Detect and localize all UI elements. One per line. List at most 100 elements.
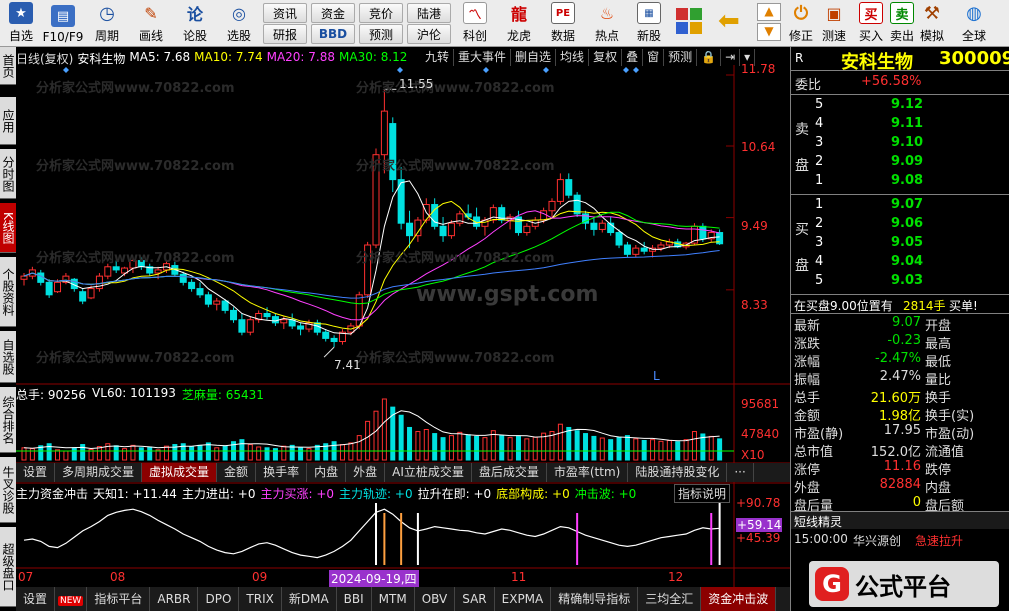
ask-row[interactable]: 5 9.12 bbox=[791, 97, 1009, 116]
hk-connect-button[interactable]: 陆港 bbox=[407, 3, 451, 23]
toolbar-global-button[interactable]: ◍ 全球 bbox=[954, 0, 994, 46]
toolbar-data-button[interactable]: PE 数据 bbox=[544, 0, 582, 46]
ask-row[interactable]: 4 9.11 bbox=[791, 116, 1009, 135]
bid-row[interactable]: 1 9.07 bbox=[791, 197, 1009, 216]
tab-bbi[interactable]: BBI bbox=[337, 587, 372, 611]
tab-expma[interactable]: EXPMA bbox=[495, 587, 552, 611]
event-marker[interactable] bbox=[623, 67, 629, 73]
toolbar-dragon-button[interactable]: 龍 龙虎 bbox=[500, 0, 538, 46]
back-arrow-icon[interactable]: ⬅ bbox=[718, 8, 740, 34]
tab-dpo[interactable]: DPO bbox=[198, 587, 240, 611]
stat-key: 流通值 bbox=[925, 445, 965, 460]
short-elf-item[interactable]: 15:00:00 华兴源创 急速拉升 bbox=[791, 530, 1009, 549]
tab-more[interactable]: ··· bbox=[727, 463, 754, 482]
tab-ranking[interactable]: 综合排名 bbox=[0, 387, 16, 453]
toolbar-sell-button[interactable]: 卖 卖出 bbox=[886, 0, 918, 46]
tab-three-ma[interactable]: 三均全汇 bbox=[638, 587, 702, 611]
event-marker[interactable] bbox=[633, 67, 639, 73]
event-marker[interactable] bbox=[397, 67, 403, 73]
total-volume-label: 总手: 90256 bbox=[16, 388, 87, 402]
stat-row: 振幅 2.47% 量比 bbox=[791, 369, 1009, 388]
news-button[interactable]: 资讯 bbox=[263, 3, 307, 23]
indicator-help-button[interactable]: 指标说明 bbox=[674, 484, 731, 503]
bid-book: 买 盘 1 9.07 2 9.06 3 9.05 4 9.04 5 9.03 bbox=[791, 194, 1009, 294]
shanghai-london-button[interactable]: 沪伦 bbox=[407, 24, 451, 44]
tab-pe-ttm[interactable]: 市盈率(ttm) bbox=[547, 463, 629, 482]
research-button[interactable]: 研报 bbox=[263, 24, 307, 44]
toolbar-new-stock-button[interactable]: ▦ 新股 bbox=[630, 0, 668, 46]
volume-bar bbox=[448, 435, 454, 461]
volume-bar bbox=[482, 437, 488, 461]
tab-arbr[interactable]: ARBR bbox=[150, 587, 199, 611]
volume-bar bbox=[80, 444, 86, 461]
tab-diagnose[interactable]: 牛叉诊股 bbox=[0, 457, 16, 523]
tab-turnover[interactable]: 换手率 bbox=[256, 463, 308, 482]
toolbar-draw-button[interactable]: ✎ 画线 bbox=[132, 0, 170, 46]
tab-settings[interactable]: 设置 bbox=[16, 463, 56, 482]
toolbar-sim-button[interactable]: ⚒ 模拟 bbox=[916, 0, 948, 46]
toolbar-pick-button[interactable]: ◎ 选股 bbox=[220, 0, 258, 46]
tab-apps[interactable]: 应用 bbox=[0, 97, 16, 145]
tab-virtual-volume[interactable]: 虚拟成交量 bbox=[142, 463, 218, 482]
volume-tick: 47840 bbox=[741, 427, 780, 441]
tab-new-dma[interactable]: 新DMA bbox=[282, 587, 337, 611]
tab-fund-shockwave[interactable]: 资金冲击波 bbox=[701, 587, 777, 611]
tab-inner[interactable]: 内盘 bbox=[307, 463, 347, 482]
page-down-icon[interactable]: ▼ bbox=[757, 23, 781, 41]
toolbar-favorites-button[interactable]: ★ 自选 bbox=[2, 0, 40, 46]
candle-body bbox=[640, 247, 648, 252]
bid-row[interactable]: 2 9.06 bbox=[791, 216, 1009, 235]
tab-obv[interactable]: OBV bbox=[415, 587, 456, 611]
indicator-info-bar: 主力资金冲击 天知1: +11.44 主力进出: +0 主力买涨: +0 主力轨… bbox=[16, 485, 636, 502]
candle-body bbox=[45, 281, 53, 296]
tab-intraday[interactable]: 分时图 bbox=[0, 149, 16, 199]
tab-hk-holdings[interactable]: 陆股通持股变化 bbox=[628, 463, 728, 482]
event-marker[interactable] bbox=[483, 67, 489, 73]
bid-row[interactable]: 5 9.03 bbox=[791, 273, 1009, 292]
tab-ai-volume[interactable]: AI立桩成交量 bbox=[385, 463, 472, 482]
volume-ma-line bbox=[23, 410, 720, 450]
toolbar-f10-button[interactable]: ▤ F10/F9 bbox=[42, 0, 84, 46]
tab-trix[interactable]: TRIX bbox=[239, 587, 282, 611]
toolbar-speed-button[interactable]: ▣ 测速 bbox=[818, 0, 850, 46]
layout-grid-icon[interactable] bbox=[676, 8, 702, 34]
bid-row[interactable]: 3 9.05 bbox=[791, 235, 1009, 254]
page-up-icon[interactable]: ▲ bbox=[757, 3, 781, 21]
order-notice[interactable]: 在买盘9.00位置有 2814手 买单! bbox=[791, 294, 1009, 313]
toolbar-star-market-button[interactable]: 〽 科创 bbox=[456, 0, 494, 46]
tab-home[interactable]: 首页 bbox=[0, 47, 16, 85]
tab-amount[interactable]: 金额 bbox=[217, 463, 257, 482]
stat-key: 内盘 bbox=[925, 481, 952, 496]
ask-row[interactable]: 1 9.08 bbox=[791, 173, 1009, 192]
tab-indicator-settings[interactable]: 设置 bbox=[16, 587, 56, 611]
tab-precision-guide[interactable]: 精确制导指标 bbox=[551, 587, 639, 611]
tab-indicator-platform[interactable]: 指标平台 bbox=[87, 587, 151, 611]
toolbar-discuss-button[interactable]: 论 论股 bbox=[176, 0, 214, 46]
toolbar-hot-button[interactable]: ♨ 热点 bbox=[588, 0, 626, 46]
auction-button[interactable]: 竞价 bbox=[359, 3, 403, 23]
funds-button[interactable]: 资金 bbox=[311, 3, 355, 23]
event-marker[interactable] bbox=[63, 67, 69, 73]
toolbar-buy-button[interactable]: 买 买入 bbox=[855, 0, 887, 46]
candle-body bbox=[615, 232, 623, 246]
tab-profile[interactable]: 个股资料 bbox=[0, 257, 16, 327]
ask-row[interactable]: 3 9.10 bbox=[791, 135, 1009, 154]
low-pointer bbox=[323, 346, 335, 358]
tab-sar[interactable]: SAR bbox=[455, 587, 495, 611]
forecast-button[interactable]: 预测 bbox=[359, 24, 403, 44]
tab-outer[interactable]: 外盘 bbox=[346, 463, 386, 482]
tab-kline[interactable]: K线图 bbox=[0, 203, 16, 253]
tab-watchlist[interactable]: 自选股 bbox=[0, 331, 16, 383]
toolbar-revise-button[interactable]: ⏻ 修正 bbox=[785, 0, 817, 46]
bbd-button[interactable]: BBD bbox=[311, 24, 355, 44]
main-track-label: 主力轨迹: +0 bbox=[339, 487, 413, 501]
tab-after-hours-volume[interactable]: 盘后成交量 bbox=[472, 463, 547, 482]
tab-mtm[interactable]: MTM bbox=[372, 587, 415, 611]
bid-row[interactable]: 4 9.04 bbox=[791, 254, 1009, 273]
candle-body bbox=[372, 154, 380, 246]
event-marker[interactable] bbox=[543, 67, 549, 73]
toolbar-period-button[interactable]: ◷ 周期 bbox=[88, 0, 126, 46]
tab-super-order[interactable]: 超级盘口 bbox=[0, 527, 16, 607]
ask-row[interactable]: 2 9.09 bbox=[791, 154, 1009, 173]
tab-multi-period-volume[interactable]: 多周期成交量 bbox=[55, 463, 143, 482]
